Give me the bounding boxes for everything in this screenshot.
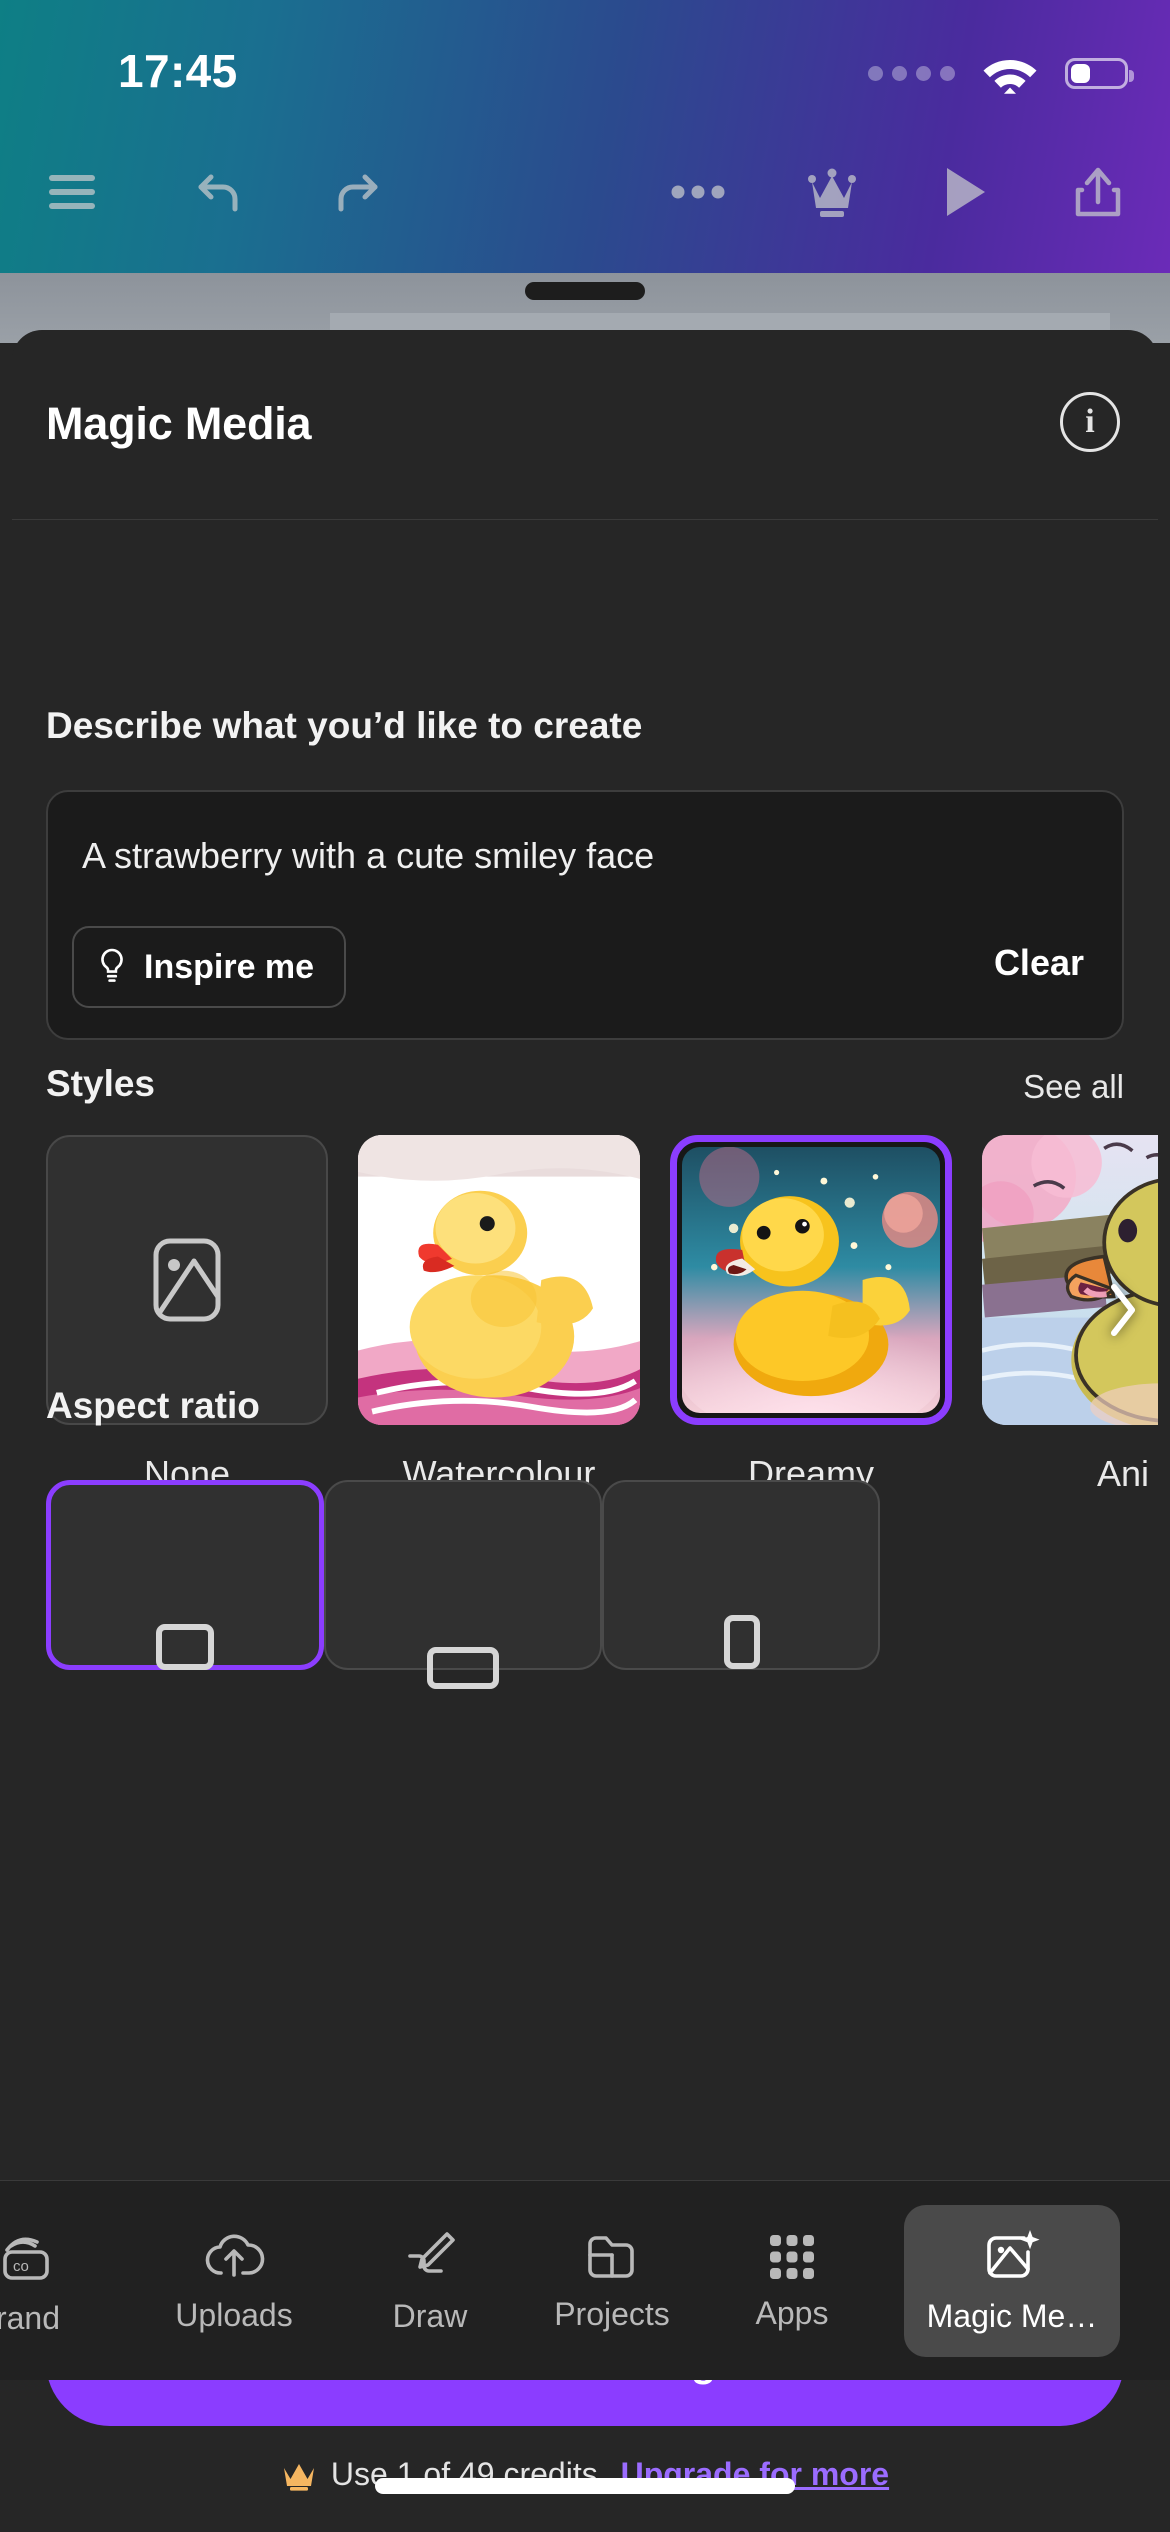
editor-background: 17:45 (0, 0, 1170, 273)
drag-handle[interactable] (525, 282, 645, 300)
duck-watercolour-thumb (358, 1135, 640, 1425)
undo-icon[interactable] (166, 140, 270, 244)
nav-item-label: Apps (755, 2294, 829, 2331)
nav-item-uploads[interactable]: Uploads (144, 2205, 324, 2357)
bottom-navigation: co rand Uploads Draw Projects Apps Magic… (0, 2180, 1170, 2380)
share-upload-icon[interactable] (1046, 140, 1150, 244)
nav-item-label: Draw (392, 2297, 468, 2334)
inspire-me-label: Inspire me (144, 947, 315, 986)
image-placeholder-icon (153, 1238, 221, 1322)
brand-icon: co (3, 2237, 49, 2280)
nav-item-label: Uploads (175, 2296, 293, 2333)
clear-button[interactable]: Clear (994, 942, 1084, 984)
style-thumbnail (46, 1135, 328, 1425)
status-time: 17:45 (118, 45, 238, 97)
aspect-wide-icon (427, 1647, 499, 1689)
nav-item-brand[interactable]: co rand (0, 2205, 118, 2357)
see-all-styles-button[interactable]: See all (1023, 1068, 1124, 1106)
redo-icon[interactable] (306, 140, 410, 244)
folder-icon (588, 2235, 634, 2278)
grid-apps-icon (770, 2234, 814, 2279)
style-option-dreamy[interactable]: Dreamy (670, 1135, 952, 1494)
duck-dreamy-thumb (682, 1147, 940, 1413)
aspect-ratio-option-landscape[interactable] (46, 1480, 324, 1670)
aspect-ratio-option-portrait[interactable] (602, 1480, 880, 1670)
aspect-ratio-option-wide[interactable] (324, 1480, 602, 1689)
style-option-none[interactable]: None (46, 1135, 328, 1494)
inspire-me-button[interactable]: Inspire me (72, 926, 347, 1008)
info-icon-label: i (1085, 403, 1095, 440)
page-title: Magic Media (46, 398, 312, 449)
nav-item-magic-media[interactable]: Magic Me… (904, 2205, 1120, 2357)
style-thumbnail (670, 1135, 952, 1425)
magic-media-icon (987, 2229, 1040, 2278)
hamburger-menu-icon[interactable] (20, 140, 124, 244)
sheet-header: Magic Media i (12, 330, 1158, 520)
nav-item-projects[interactable]: Projects (522, 2205, 702, 2357)
style-option-watercolour[interactable]: Watercolour (358, 1135, 640, 1494)
editor-toolbar (0, 140, 1170, 250)
crown-icon (283, 2463, 314, 2491)
describe-section-label: Describe what you’d like to create (46, 705, 643, 746)
cloud-upload-icon (205, 2234, 265, 2277)
aspect-portrait-icon (724, 1615, 760, 1669)
aspect-ratio-options (46, 1480, 1158, 1689)
status-indicators (868, 52, 1134, 94)
home-indicator-bar (375, 2478, 795, 2494)
styles-section-label: Styles (46, 1063, 156, 1104)
nav-item-label: Magic Me… (926, 2297, 1098, 2334)
wifi-icon (983, 60, 1037, 94)
more-horizontal-icon[interactable] (646, 140, 750, 244)
chevron-right-icon[interactable] (1100, 1275, 1146, 1350)
prompt-input-box[interactable]: A strawberry with a cute smiley face Ins… (46, 790, 1124, 1040)
battery-icon (1065, 57, 1134, 89)
info-icon[interactable]: i (1060, 392, 1120, 452)
signal-dots-icon (868, 65, 955, 81)
app-screen: 17:45 Magic Media i Describe what you’d … (0, 0, 1170, 2532)
nav-item-apps[interactable]: Apps (702, 2205, 882, 2357)
play-icon[interactable] (914, 140, 1018, 244)
aspect-landscape-icon (156, 1624, 214, 1670)
svg-text:co: co (13, 2258, 29, 2275)
crown-icon[interactable] (780, 140, 884, 244)
style-thumbnail (358, 1135, 640, 1425)
lightbulb-icon (101, 948, 123, 982)
nav-item-label: rand (0, 2299, 61, 2336)
nav-item-label: Projects (554, 2295, 670, 2332)
status-bar: 17:45 (0, 0, 1170, 112)
aspect-ratio-section-label: Aspect ratio (46, 1385, 260, 1426)
pen-draw-icon (408, 2231, 455, 2273)
nav-item-draw[interactable]: Draw (340, 2205, 520, 2357)
prompt-input[interactable]: A strawberry with a cute smiley face (82, 832, 1092, 881)
